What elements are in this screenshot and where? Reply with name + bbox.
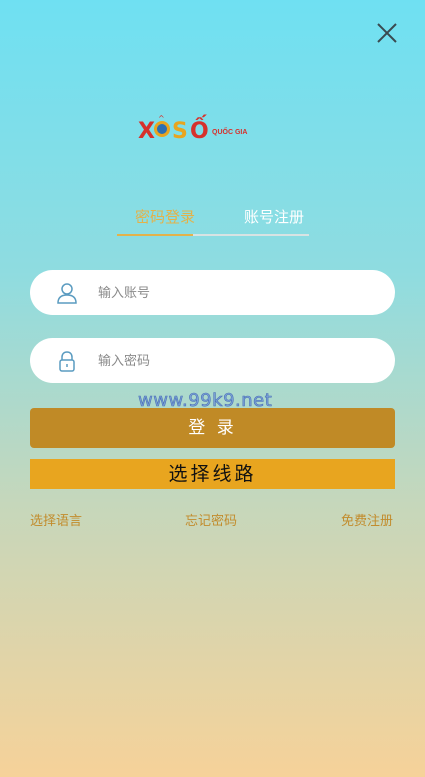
logo-graphic: X ^ S Ố: [138, 114, 209, 144]
password-field[interactable]: [30, 338, 395, 385]
close-icon: [377, 23, 397, 43]
tab-divider: [193, 234, 309, 236]
close-button[interactable]: [374, 20, 400, 46]
password-input[interactable]: [96, 338, 370, 385]
login-button[interactable]: 登 录: [30, 408, 395, 448]
svg-text:Ố: Ố: [190, 115, 209, 144]
account-field[interactable]: [30, 270, 395, 317]
lock-icon: [59, 351, 75, 372]
tab-active-indicator: [117, 234, 193, 236]
select-language-link[interactable]: 选择语言: [30, 510, 82, 529]
user-icon: [57, 283, 77, 304]
svg-text:X: X: [138, 119, 155, 144]
tab-register[interactable]: 账号注册: [235, 206, 313, 227]
select-route-button[interactable]: 选择线路: [30, 459, 395, 489]
tab-password-login[interactable]: 密码登录: [117, 206, 213, 227]
free-register-link[interactable]: 免费注册: [341, 510, 393, 529]
logo-subtext: QUỐC GIA: [212, 129, 248, 136]
account-input[interactable]: [96, 270, 370, 317]
forgot-password-link[interactable]: 忘记密码: [185, 510, 237, 529]
auth-tabs: 密码登录 账号注册: [117, 206, 309, 236]
brand-logo: X ^ S Ố QUỐC GIA: [138, 112, 258, 148]
svg-text:S: S: [172, 119, 188, 144]
svg-text:^: ^: [158, 114, 165, 123]
